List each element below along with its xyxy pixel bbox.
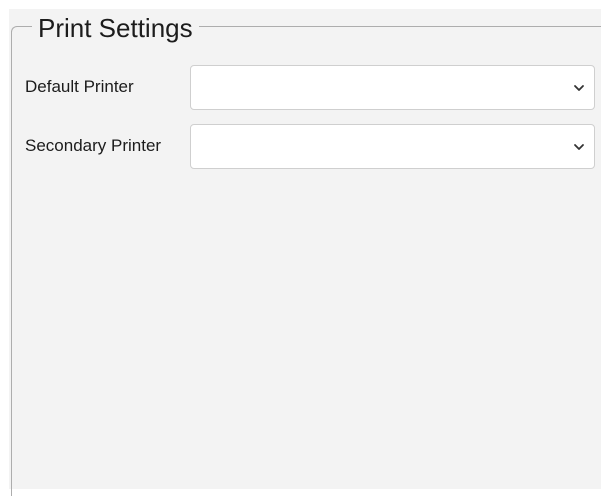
chevron-down-icon[interactable]	[573, 82, 585, 94]
print-settings-title: Print Settings	[32, 11, 199, 45]
secondary-printer-label: Secondary Printer	[25, 136, 162, 155]
default-printer-select[interactable]	[190, 65, 595, 110]
default-printer-label: Default Printer	[25, 77, 134, 96]
chevron-down-icon[interactable]	[573, 141, 585, 153]
secondary-printer-select[interactable]	[190, 124, 595, 169]
